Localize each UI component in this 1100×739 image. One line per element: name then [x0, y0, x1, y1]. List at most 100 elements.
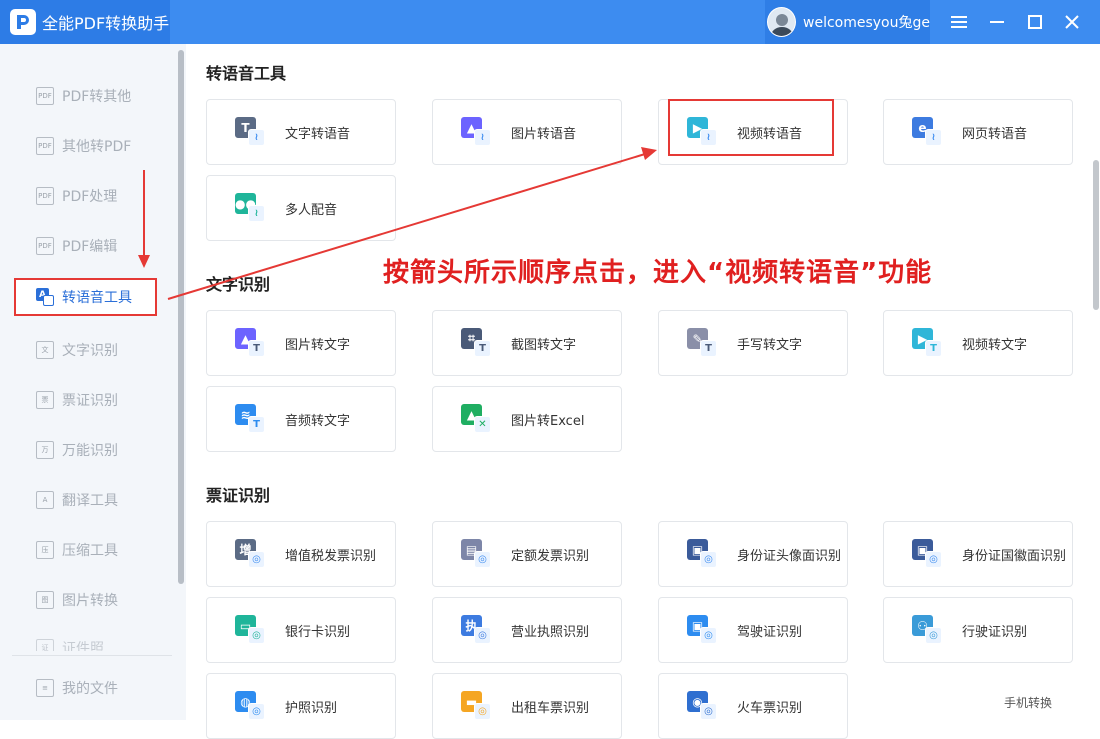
tool-label: 图片转语音 [511, 126, 577, 142]
passport-icon: ◍ ◎ [235, 691, 265, 721]
tool-train-ticket[interactable]: ◉ ◎ 火车票识别 [658, 673, 848, 739]
sidebar-item-my-files[interactable]: ≡ 我的文件 [36, 675, 118, 701]
image-text-icon: ▲ T [235, 328, 265, 358]
close-icon[interactable] [1057, 7, 1087, 37]
sidebar-item-label: PDF转其他 [62, 89, 132, 105]
tool-taxi-ticket[interactable]: ▬ ◎ 出租车票识别 [432, 673, 622, 739]
sidebar-item-label: 证件照 [62, 641, 104, 651]
taxi-ticket-icon: ▬ ◎ [461, 691, 491, 721]
sidebar-item-label: 其他转PDF [62, 139, 132, 155]
main-scrollbar[interactable] [1093, 160, 1099, 310]
compress-icon: 压 [36, 541, 54, 559]
tool-audio-to-text[interactable]: ≋ T 音频转文字 [206, 386, 396, 452]
highlight-box [668, 99, 834, 156]
tool-id-back[interactable]: ▣ ◎ 身份证国徽面识别 [883, 521, 1073, 587]
sidebar-item-compress[interactable]: 压 压缩工具 [36, 537, 118, 563]
tool-image-to-excel[interactable]: ▲ ✕ 图片转Excel [432, 386, 622, 452]
image-convert-icon: 图 [36, 591, 54, 609]
instruction-annotation: 按箭头所示顺序点击，进入“视频转语音”功能 [383, 258, 933, 288]
sidebar-item-label: PDF处理 [62, 189, 118, 205]
id-back-icon: ▣ ◎ [912, 539, 942, 569]
web-speech-icon: e ≀ [912, 117, 942, 147]
sidebar-item-pdf-edit[interactable]: PDF PDF编辑 [36, 233, 117, 259]
avatar[interactable] [767, 7, 797, 37]
tool-label: 截图转文字 [511, 337, 577, 353]
tool-web-to-speech[interactable]: e ≀ 网页转语音 [883, 99, 1073, 165]
handwriting-text-icon: ✎ T [687, 328, 717, 358]
user-account[interactable]: welcomesyou兔ge [765, 0, 930, 44]
tool-label: 手写转文字 [737, 337, 803, 353]
sidebar-item-label: 压缩工具 [62, 543, 118, 559]
app-logo-icon [10, 9, 36, 35]
tool-label: 银行卡识别 [285, 624, 351, 640]
sidebar-divider [12, 655, 172, 656]
ocr-icon: 文 [36, 341, 54, 359]
tool-label: 网页转语音 [962, 126, 1028, 142]
maximize-icon[interactable] [1020, 7, 1050, 37]
tool-text-to-speech[interactable]: T ≀ 文字转语音 [206, 99, 396, 165]
section-title-ticket: 票证识别 [206, 486, 271, 505]
sidebar-item-translate[interactable]: A 翻译工具 [36, 487, 118, 513]
tool-label: 驾驶证识别 [737, 624, 803, 640]
sidebar-scrollbar[interactable] [178, 50, 184, 584]
sidebar-item-label: 转语音工具 [62, 290, 132, 306]
tool-handwriting-to-text[interactable]: ✎ T 手写转文字 [658, 310, 848, 376]
sidebar-item-image-convert[interactable]: 图 图片转换 [36, 587, 118, 613]
tool-image-to-speech[interactable]: ▲ ≀ 图片转语音 [432, 99, 622, 165]
tool-video-to-text[interactable]: ▶ T 视频转文字 [883, 310, 1073, 376]
title-bar: 全能PDF转换助手 welcomesyou兔ge [0, 0, 1100, 44]
driver-license-icon: ▣ ◎ [687, 615, 717, 645]
tool-vat-invoice[interactable]: 增 ◎ 增值税发票识别 [206, 521, 396, 587]
tool-vehicle-license[interactable]: ⚇ ◎ 行驶证识别 [883, 597, 1073, 663]
tool-driver-license[interactable]: ▣ ◎ 驾驶证识别 [658, 597, 848, 663]
ticket-icon: 票 [36, 391, 54, 409]
image-speech-icon: ▲ ≀ [461, 117, 491, 147]
tool-label: 火车票识别 [737, 700, 803, 716]
tool-label: 音频转文字 [285, 413, 351, 429]
tool-label: 定额发票识别 [511, 548, 590, 564]
tool-business-license[interactable]: 执 ◎ 营业执照识别 [432, 597, 622, 663]
pdf-import-icon: PDF [36, 137, 54, 155]
sidebar-item-ticket[interactable]: 票 票证识别 [36, 387, 118, 413]
tool-id-front[interactable]: ▣ ◎ 身份证头像面识别 [658, 521, 848, 587]
universal-scan-icon: 万 [36, 441, 54, 459]
text-speech-icon: T ≀ [235, 117, 265, 147]
vehicle-license-icon: ⚇ ◎ [912, 615, 942, 645]
tool-label: 护照识别 [285, 700, 338, 716]
sidebar-item-other-to-pdf[interactable]: PDF 其他转PDF [36, 133, 131, 159]
tool-bank-card[interactable]: ▭ ◎ 银行卡识别 [206, 597, 396, 663]
sidebar-item-pdf-process[interactable]: PDF PDF处理 [36, 183, 117, 209]
bank-card-icon: ▭ ◎ [235, 615, 265, 645]
sidebar-item-universal[interactable]: 万 万能识别 [36, 437, 118, 463]
sidebar-item-ocr[interactable]: 文 文字识别 [36, 337, 118, 363]
sidebar-item-id-photo[interactable]: 证 证件照 [36, 634, 104, 651]
tool-fixed-invoice[interactable]: ▤ ◎ 定额发票识别 [432, 521, 622, 587]
tool-passport[interactable]: ◍ ◎ 护照识别 [206, 673, 396, 739]
app-title: 全能PDF转换助手 [42, 14, 170, 33]
minimize-icon[interactable] [982, 7, 1012, 37]
sidebar-item-label: 票证识别 [62, 393, 118, 409]
sidebar-item-label: 万能识别 [62, 443, 118, 459]
mobile-switch-link[interactable]: 手机转换 [1004, 694, 1052, 711]
tool-image-to-text[interactable]: ▲ T 图片转文字 [206, 310, 396, 376]
id-photo-icon: 证 [36, 639, 54, 651]
tool-label: 多人配音 [285, 202, 338, 218]
tool-multi-voice[interactable]: ●● ≀ 多人配音 [206, 175, 396, 241]
pdf-process-icon: PDF [36, 187, 54, 205]
tool-label: 营业执照识别 [511, 624, 590, 640]
username[interactable]: welcomesyou兔ge [803, 12, 930, 32]
sidebar-item-label: 翻译工具 [62, 493, 118, 509]
id-front-icon: ▣ ◎ [687, 539, 717, 569]
translate-icon: A [36, 491, 54, 509]
tool-label: 文字转语音 [285, 126, 351, 142]
sidebar-item-label: 图片转换 [62, 593, 118, 609]
tool-label: 图片转Excel [511, 413, 585, 429]
sidebar-item-pdf-to-other[interactable]: PDF PDF转其他 [36, 83, 131, 109]
tool-label: 出租车票识别 [511, 700, 590, 716]
video-text-icon: ▶ T [912, 328, 942, 358]
sidebar-item-speech-tools[interactable]: A 转语音工具 [14, 278, 157, 316]
menu-icon[interactable] [944, 7, 974, 37]
tool-screenshot-to-text[interactable]: ⌗ T 截图转文字 [432, 310, 622, 376]
business-license-icon: 执 ◎ [461, 615, 491, 645]
fixed-invoice-icon: ▤ ◎ [461, 539, 491, 569]
